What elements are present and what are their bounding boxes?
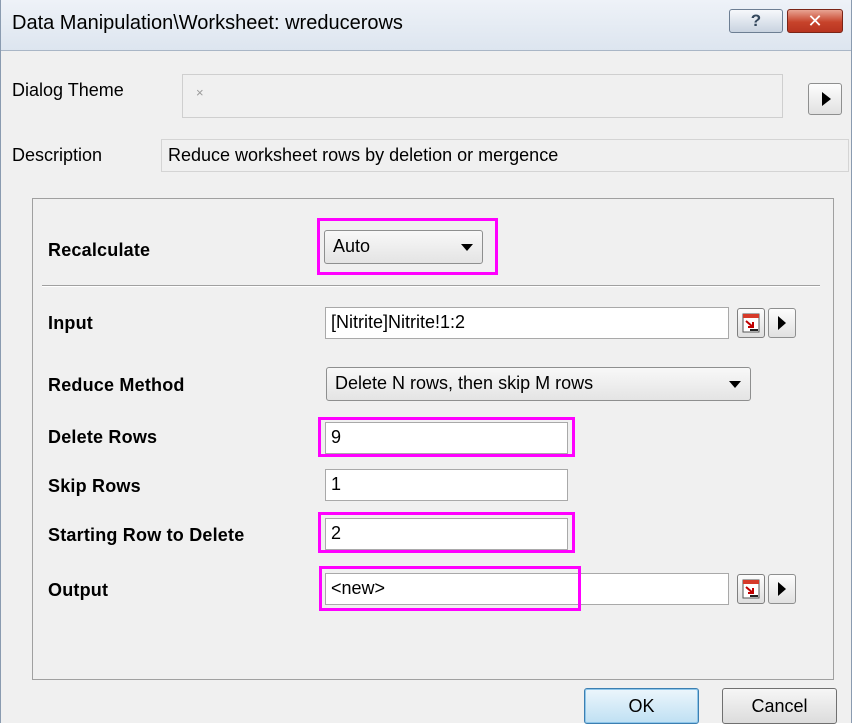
input-label: Input: [48, 313, 93, 333]
input-select-range-button[interactable]: [737, 308, 765, 338]
input-value: [Nitrite]Nitrite!1:2: [331, 312, 466, 332]
description-field: Reduce worksheet rows by deletion or mer…: [161, 139, 849, 172]
window-title: Data Manipulation\Worksheet: wreducerows: [12, 12, 403, 34]
dialog-window: Data Manipulation\Worksheet: wreducerows…: [0, 0, 852, 724]
reduce-method-value: Delete N rows, then skip M rows: [335, 373, 594, 393]
ok-button-label: OK: [628, 695, 655, 716]
starting-row-label: Starting Row to Delete: [48, 525, 245, 545]
chevron-down-icon: [461, 244, 473, 251]
arrow-right-icon: [822, 92, 831, 106]
arrow-right-icon: [778, 316, 786, 330]
arrow-right-icon: [778, 582, 786, 596]
skip-rows-value: 1: [331, 474, 342, 494]
ok-button[interactable]: OK: [584, 688, 699, 724]
delete-rows-value: 9: [331, 427, 342, 447]
select-range-icon: [742, 579, 760, 599]
starting-row-value: 2: [331, 523, 342, 543]
select-range-icon: [742, 313, 760, 333]
chevron-down-icon: [729, 381, 741, 388]
delete-rows-label: Delete Rows: [48, 427, 158, 447]
dialog-theme-value: ×: [196, 85, 204, 100]
title-bar[interactable]: Data Manipulation\Worksheet: wreducerows…: [1, 0, 851, 51]
output-label: Output: [48, 580, 109, 600]
dialog-theme-field[interactable]: ×: [182, 74, 783, 118]
close-button[interactable]: ✕: [787, 9, 843, 33]
starting-row-field[interactable]: 2: [325, 518, 568, 550]
skip-rows-label: Skip Rows: [48, 476, 141, 496]
cancel-button-label: Cancel: [751, 695, 808, 716]
theme-menu-button[interactable]: [808, 83, 842, 115]
reduce-method-label: Reduce Method: [48, 375, 185, 395]
input-menu-button[interactable]: [768, 308, 796, 338]
delete-rows-field[interactable]: 9: [325, 422, 568, 454]
output-select-range-button[interactable]: [737, 574, 765, 604]
separator: [42, 285, 820, 287]
recalculate-label: Recalculate: [48, 240, 151, 260]
description-value: Reduce worksheet rows by deletion or mer…: [168, 145, 559, 165]
help-icon: ?: [750, 11, 762, 30]
skip-rows-field[interactable]: 1: [325, 469, 568, 501]
dialog-theme-label: Dialog Theme: [12, 80, 124, 100]
output-menu-button[interactable]: [768, 574, 796, 604]
output-value: <new>: [331, 578, 386, 598]
recalculate-value: Auto: [333, 236, 371, 256]
help-button[interactable]: ?: [729, 9, 783, 33]
reduce-method-dropdown[interactable]: Delete N rows, then skip M rows: [326, 367, 751, 401]
recalculate-dropdown[interactable]: Auto: [324, 230, 483, 264]
close-icon: ✕: [807, 10, 823, 31]
output-field[interactable]: <new>: [325, 573, 729, 605]
input-field[interactable]: [Nitrite]Nitrite!1:2: [325, 307, 729, 339]
cancel-button[interactable]: Cancel: [722, 688, 837, 724]
description-label: Description: [12, 145, 103, 165]
